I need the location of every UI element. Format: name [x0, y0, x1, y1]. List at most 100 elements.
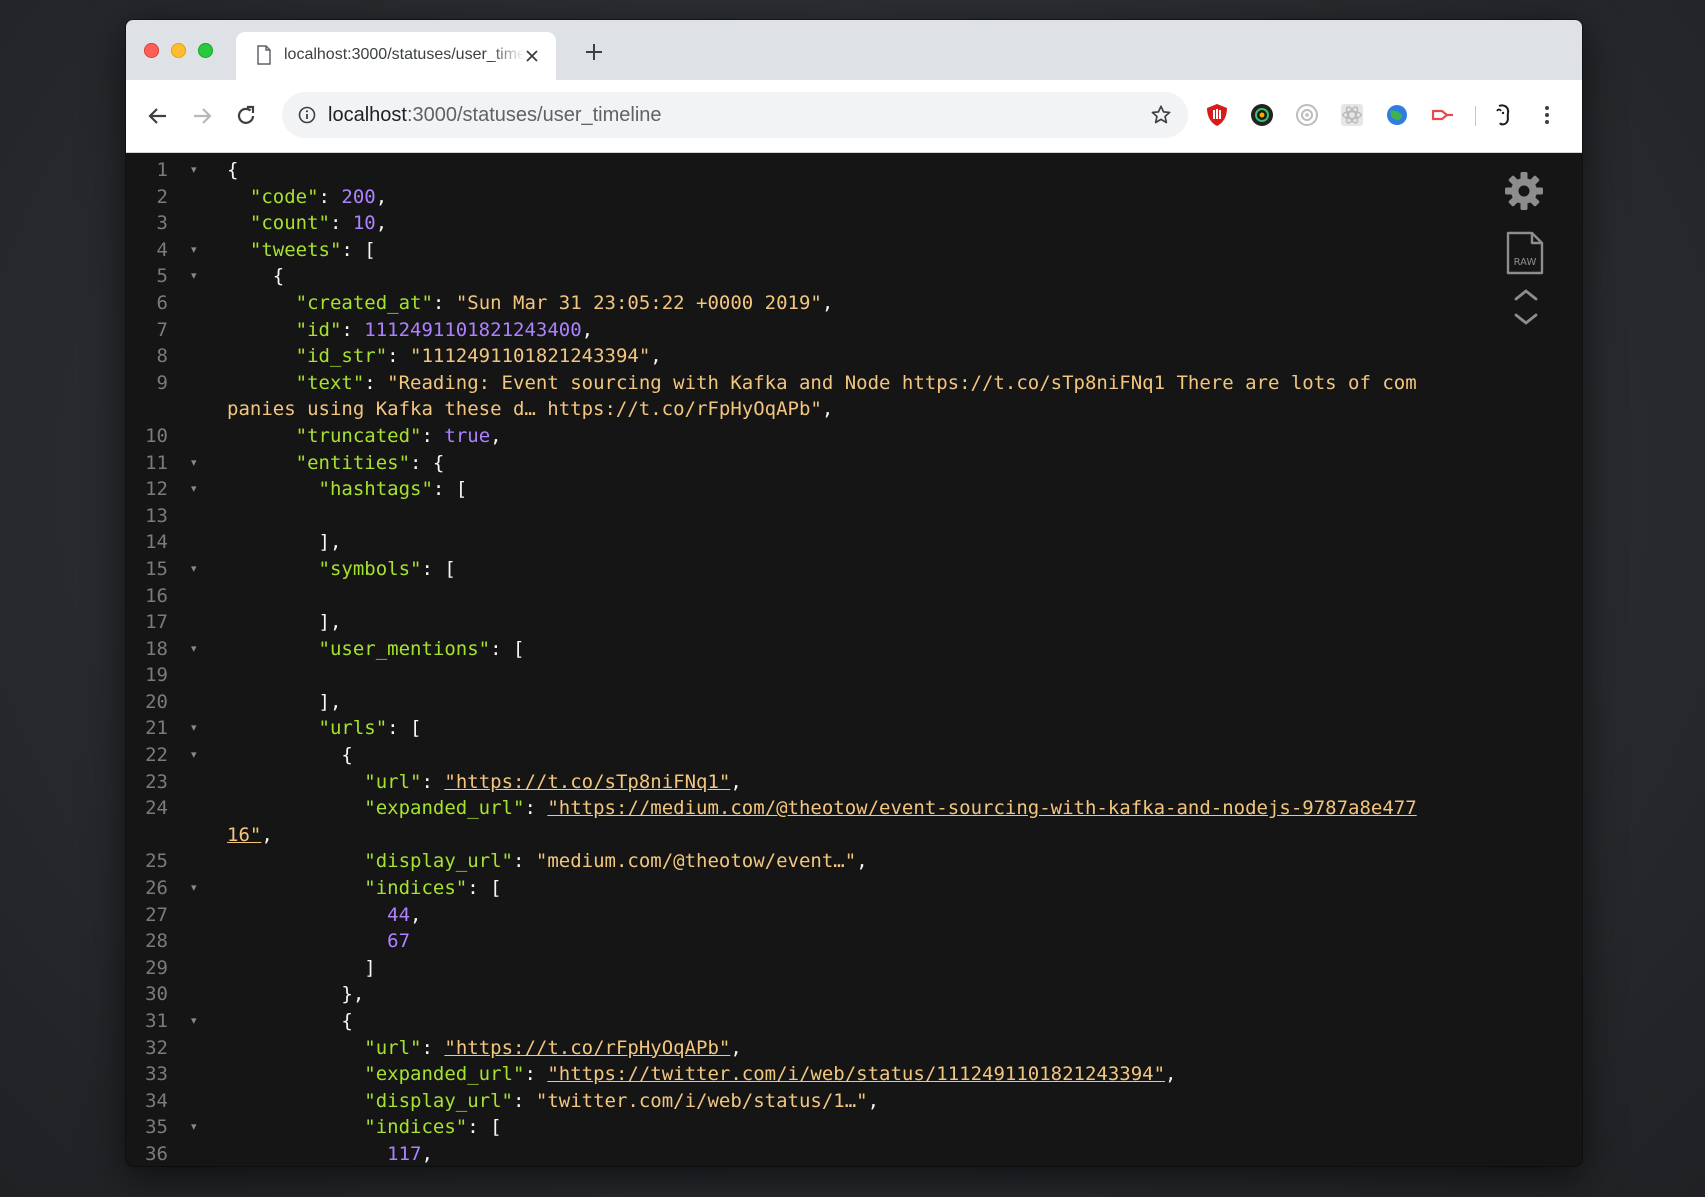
code-line: 30 },: [126, 981, 1582, 1008]
code-text: "truncated": true,: [227, 423, 1427, 450]
bookmark-star-icon[interactable]: [1150, 104, 1172, 126]
info-icon[interactable]: [298, 106, 316, 124]
code-line: 7 "id": 1112491101821243400,: [126, 317, 1582, 344]
fold-toggle-icon[interactable]: ▾: [191, 237, 201, 264]
code-line: 33 "expanded_url": "https://twitter.com/…: [126, 1061, 1582, 1088]
code-line: 16: [126, 583, 1582, 610]
code-text: "created_at": "Sun Mar 31 23:05:22 +0000…: [227, 290, 1427, 317]
json-value: 200: [341, 185, 376, 208]
line-number: 20: [145, 690, 168, 713]
code-line: 36 117,: [126, 1141, 1582, 1166]
code-line: 3 "count": 10,: [126, 210, 1582, 237]
json-punctuation: : [: [467, 877, 502, 900]
json-key: "url": [364, 1036, 422, 1059]
back-arrow-icon[interactable]: [146, 104, 170, 128]
json-key: "expanded_url": [364, 1063, 525, 1086]
json-key: "id": [295, 318, 342, 341]
profile-avatar-icon[interactable]: [1489, 102, 1515, 128]
json-link[interactable]: "https://twitter.com/i/web/status/111249…: [547, 1063, 1165, 1085]
camera-extension-icon[interactable]: [1249, 102, 1275, 128]
url-host: localhost: [328, 104, 407, 126]
fold-toggle-icon[interactable]: ▾: [191, 1114, 201, 1141]
toolbar-separator: [1475, 106, 1476, 126]
forward-arrow-icon[interactable]: [190, 104, 214, 128]
url-path: :3000/statuses/user_timeline: [406, 104, 662, 126]
code-text: "symbols": [: [227, 556, 1427, 583]
json-key: "url": [364, 770, 422, 793]
globe-extension-icon[interactable]: [1384, 102, 1410, 128]
fold-toggle-icon[interactable]: ▾: [191, 1008, 201, 1035]
json-punctuation: :: [432, 291, 456, 314]
code-text: "expanded_url": "https://medium.com/@the…: [227, 795, 1427, 848]
gear-icon[interactable]: [1502, 169, 1546, 213]
json-key: "user_mentions": [318, 637, 491, 660]
active-tab[interactable]: localhost:3000/statuses/user_timeline: [236, 32, 556, 80]
line-number: 35: [145, 1116, 168, 1139]
json-punctuation: ,: [856, 850, 868, 873]
line-number: 3: [156, 212, 168, 235]
code-line: 29 ]: [126, 955, 1582, 982]
code-line: 6 "created_at": "Sun Mar 31 23:05:22 +00…: [126, 290, 1582, 317]
json-punctuation: :: [364, 371, 388, 394]
json-punctuation: ,: [375, 212, 388, 235]
line-number: 8: [156, 345, 168, 368]
line-number: 10: [145, 424, 168, 447]
fold-toggle-icon[interactable]: ▾: [191, 450, 201, 477]
code-text: },: [227, 981, 1427, 1008]
json-punctuation: ,: [650, 345, 662, 368]
fold-toggle-icon[interactable]: ▾: [191, 636, 201, 663]
json-punctuation: :: [329, 212, 353, 235]
tab-strip: localhost:3000/statuses/user_timeline: [126, 20, 1582, 80]
json-link[interactable]: "https://t.co/sTp8niFNq1": [444, 771, 730, 793]
redirect-extension-icon[interactable]: [1429, 102, 1455, 128]
fold-toggle-icon[interactable]: ▾: [191, 875, 201, 902]
code-line: 8 "id_str": "1112491101821243394",: [126, 343, 1582, 370]
code-line: 23 "url": "https://t.co/sTp8niFNq1",: [126, 769, 1582, 796]
json-punctuation: : {: [410, 451, 445, 474]
code-line: 32 "url": "https://t.co/rFpHyOqAPb",: [126, 1035, 1582, 1062]
code-line: 22 ▾ {: [126, 742, 1582, 769]
reload-icon[interactable]: [234, 104, 258, 128]
json-punctuation: {: [341, 744, 353, 767]
raw-icon[interactable]: RAW: [1502, 231, 1546, 275]
code-text: 117,: [227, 1141, 1427, 1166]
url-text[interactable]: localhost:3000/statuses/user_timeline: [328, 104, 662, 127]
collapse-chevrons-icon[interactable]: [1504, 285, 1548, 329]
close-tab-icon[interactable]: [522, 46, 542, 66]
fold-toggle-icon[interactable]: ▾: [191, 556, 201, 583]
new-tab-icon[interactable]: [584, 42, 604, 62]
line-number: 31: [145, 1010, 168, 1032]
ublock-extension-icon[interactable]: [1204, 102, 1230, 128]
fold-toggle-icon[interactable]: ▾: [191, 476, 201, 503]
react-devtools-extension-icon[interactable]: [1339, 102, 1365, 128]
code-line: 21 ▾ "urls": [: [126, 715, 1582, 742]
line-number: 25: [145, 850, 168, 873]
code-line: 25 "display_url": "medium.com/@theotow/e…: [126, 848, 1582, 875]
tab-title: localhost:3000/statuses/user_timeline: [284, 46, 524, 63]
fold-toggle-icon[interactable]: ▾: [191, 742, 201, 769]
json-punctuation: {: [272, 265, 285, 288]
json-punctuation: :: [421, 770, 445, 793]
json-string: "medium.com/@theotow/event…": [535, 850, 857, 873]
maximize-window-button[interactable]: [198, 43, 213, 58]
json-key: "indices": [364, 1116, 468, 1139]
code-line: 19: [126, 662, 1582, 689]
address-bar[interactable]: localhost:3000/statuses/user_timeline: [282, 92, 1188, 138]
json-punctuation: ,: [821, 398, 834, 421]
raw-label: RAW: [1514, 257, 1537, 268]
target-extension-icon[interactable]: [1294, 102, 1320, 128]
json-link[interactable]: "https://t.co/rFpHyOqAPb": [444, 1037, 730, 1059]
document-icon: [257, 45, 271, 65]
json-punctuation: :: [513, 1089, 536, 1112]
line-number: 27: [145, 903, 168, 926]
fold-toggle-icon[interactable]: ▾: [191, 263, 201, 290]
close-window-button[interactable]: [144, 43, 159, 58]
json-value: true: [444, 424, 491, 447]
minimize-window-button[interactable]: [171, 43, 186, 58]
code-line: 12 ▾ "hashtags": [: [126, 476, 1582, 503]
menu-dots-icon[interactable]: [1534, 102, 1560, 128]
json-punctuation: :: [318, 185, 342, 208]
fold-toggle-icon[interactable]: ▾: [191, 715, 201, 742]
fold-toggle-icon[interactable]: ▾: [191, 157, 201, 184]
json-viewer: 1 ▾{2 "code": 200, 3 "count": 10, 4 ▾ "tweet…: [126, 153, 1582, 1166]
